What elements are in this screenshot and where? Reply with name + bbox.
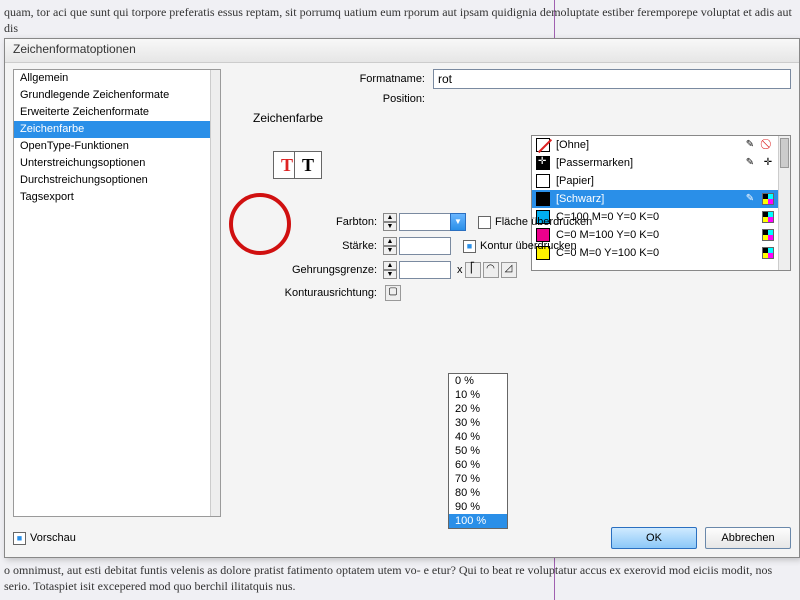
tint-option-40%[interactable]: 40 % xyxy=(449,430,507,444)
swatch-chip xyxy=(536,138,550,152)
category-unterstreichungsoptionen[interactable]: Unterstreichungsoptionen xyxy=(14,155,210,172)
reg-i-icon xyxy=(762,157,774,169)
tint-option-90%[interactable]: 90 % xyxy=(449,500,507,514)
pencil-icon xyxy=(744,139,756,151)
background-text-bottom: o omnimust, aut esti debitat funtis vele… xyxy=(0,560,800,596)
tint-option-10%[interactable]: 10 % xyxy=(449,388,507,402)
join-miter-icon[interactable]: ⎡ xyxy=(465,262,481,278)
weight-input[interactable] xyxy=(399,237,451,255)
tint-option-20%[interactable]: 20 % xyxy=(449,402,507,416)
overprint-stroke-checkbox[interactable]: Kontur überdrucken xyxy=(463,240,577,253)
category-erweiterte-zeichenformate[interactable]: Erweiterte Zeichenformate xyxy=(14,104,210,121)
swatch-passermarken[interactable]: [Passermarken] xyxy=(532,154,778,172)
swatch-name: [Passermarken] xyxy=(556,157,738,169)
tint-option-30%[interactable]: 30 % xyxy=(449,416,507,430)
miter-x: x xyxy=(457,264,463,276)
category-zeichenfarbe[interactable]: Zeichenfarbe xyxy=(14,121,210,138)
tint-down[interactable]: ▼ xyxy=(383,222,397,231)
swatch-name: [Schwarz] xyxy=(556,193,738,205)
miter-down[interactable]: ▼ xyxy=(383,270,397,279)
formatname-input[interactable] xyxy=(433,69,791,89)
overprint-fill-checkbox[interactable]: Fläche überdrucken xyxy=(478,216,592,229)
miter-input[interactable] xyxy=(399,261,451,279)
category-durchstreichungsoptionen[interactable]: Durchstreichungsoptionen xyxy=(14,172,210,189)
tint-dropdown-list: 0 %10 %20 %30 %40 %50 %60 %70 %80 %90 %1… xyxy=(448,373,508,529)
pencil-icon xyxy=(744,193,756,205)
swatch-ohne[interactable]: [Ohne] xyxy=(532,136,778,154)
tint-input[interactable] xyxy=(399,213,451,231)
section-title: Zeichenfarbe xyxy=(253,111,791,125)
tint-option-70%[interactable]: 70 % xyxy=(449,472,507,486)
swatch-name: [Ohne] xyxy=(556,139,738,151)
miter-label: Gehrungsgrenze: xyxy=(273,264,383,276)
swatch-chip xyxy=(536,174,550,188)
weight-down[interactable]: ▼ xyxy=(383,246,397,255)
stroke-t-icon[interactable]: T xyxy=(294,151,322,179)
cmyk-icon xyxy=(762,193,774,205)
background-text-top: quam, tor aci que sunt qui torpore prefe… xyxy=(0,2,800,38)
swatch-name: [Papier] xyxy=(556,175,774,187)
preview-checkbox[interactable]: Vorschau xyxy=(13,532,76,545)
weight-label: Stärke: xyxy=(273,240,383,252)
dialog-title: Zeichenformatoptionen xyxy=(5,39,799,63)
tint-up[interactable]: ▲ xyxy=(383,213,397,222)
tint-option-50%[interactable]: 50 % xyxy=(449,444,507,458)
swatch-schwarz[interactable]: [Schwarz] xyxy=(532,190,778,208)
tint-option-60%[interactable]: 60 % xyxy=(449,458,507,472)
swatch-chip xyxy=(536,192,550,206)
tint-label: Farbton: xyxy=(273,216,383,228)
category-grundlegende-zeichenformate[interactable]: Grundlegende Zeichenformate xyxy=(14,87,210,104)
ok-button[interactable]: OK xyxy=(611,527,697,549)
swatch-papier[interactable]: [Papier] xyxy=(532,172,778,190)
character-style-dialog: Zeichenformatoptionen AllgemeinGrundlege… xyxy=(4,38,800,558)
join-round-icon[interactable]: ◠ xyxy=(483,262,499,278)
tint-dropdown-button[interactable]: ▼ xyxy=(450,213,466,231)
position-label: Position: xyxy=(233,93,433,105)
redslash-icon xyxy=(762,139,774,151)
tint-option-100%[interactable]: 100 % xyxy=(449,514,507,528)
join-bevel-icon[interactable]: ◿ xyxy=(501,262,517,278)
tint-option-80%[interactable]: 80 % xyxy=(449,486,507,500)
category-panel: AllgemeinGrundlegende ZeichenformateErwe… xyxy=(13,69,221,517)
weight-up[interactable]: ▲ xyxy=(383,237,397,246)
stroke-align-label: Konturausrichtung: xyxy=(273,287,383,299)
cancel-button[interactable]: Abbrechen xyxy=(705,527,791,549)
category-opentype-funktionen[interactable]: OpenType-Funktionen xyxy=(14,138,210,155)
tint-option-0%[interactable]: 0 % xyxy=(449,374,507,388)
category-scrollbar[interactable] xyxy=(210,70,220,516)
category-tagsexport[interactable]: Tagsexport xyxy=(14,189,210,206)
swatch-chip xyxy=(536,156,550,170)
miter-up[interactable]: ▲ xyxy=(383,261,397,270)
category-allgemein[interactable]: Allgemein xyxy=(14,70,210,87)
formatname-label: Formatname: xyxy=(233,73,433,85)
pencil-icon xyxy=(744,157,756,169)
align-center-icon[interactable]: ▢ xyxy=(385,285,401,301)
